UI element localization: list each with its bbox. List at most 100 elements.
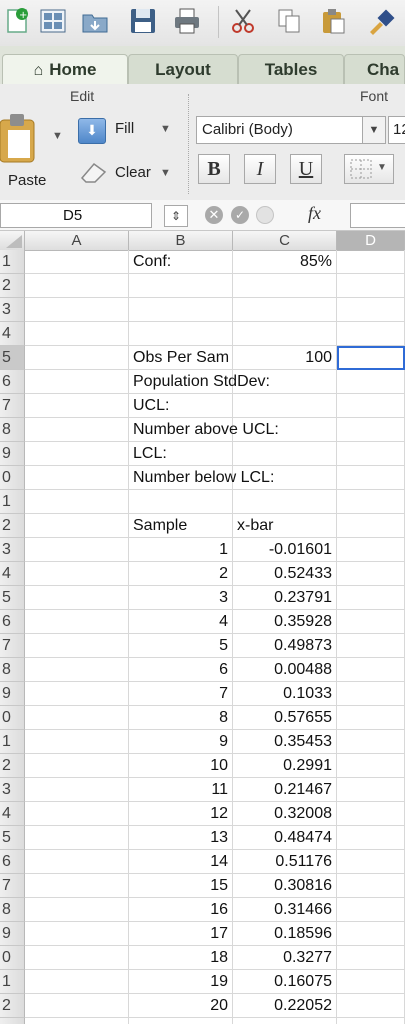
cell-d13[interactable] [337, 538, 405, 562]
cell-c3[interactable] [233, 298, 337, 322]
cancel-icon[interactable]: ✕ [205, 206, 223, 224]
cell-c18[interactable]: 0.00488 [233, 658, 337, 682]
cell-d3[interactable] [337, 298, 405, 322]
tab-home[interactable]: ⌂ Home [2, 54, 128, 85]
cell-b22[interactable]: 10 [129, 754, 233, 778]
cell-b15[interactable]: 3 [129, 586, 233, 610]
cell-d28[interactable] [337, 898, 405, 922]
cell-b28[interactable]: 16 [129, 898, 233, 922]
cell-d8[interactable] [337, 418, 405, 442]
cell-c4[interactable] [233, 322, 337, 346]
cell-b16[interactable]: 4 [129, 610, 233, 634]
cell-a16[interactable] [25, 610, 129, 634]
cell-a27[interactable] [25, 874, 129, 898]
cell-d20[interactable] [337, 706, 405, 730]
cell-a22[interactable] [25, 754, 129, 778]
cell-c29[interactable]: 0.18596 [233, 922, 337, 946]
cell-a6[interactable] [25, 370, 129, 394]
row-header-9[interactable]: 9 [0, 442, 25, 466]
cell-a13[interactable] [25, 538, 129, 562]
cell-d27[interactable] [337, 874, 405, 898]
open-icon[interactable] [80, 6, 110, 36]
cell-c21[interactable]: 0.35453 [233, 730, 337, 754]
print-icon[interactable] [172, 6, 202, 36]
cell-a20[interactable] [25, 706, 129, 730]
underline-button[interactable]: U [290, 154, 322, 184]
cell-c24[interactable]: 0.32008 [233, 802, 337, 826]
cell-b8[interactable]: Number above UCL: [129, 418, 279, 442]
row-header-28[interactable]: 8 [0, 898, 25, 922]
cell-b20[interactable]: 8 [129, 706, 233, 730]
cell-b14[interactable]: 2 [129, 562, 233, 586]
column-header-a[interactable]: A [25, 231, 129, 250]
enter-icon[interactable]: ✓ [231, 206, 249, 224]
cell-a32[interactable] [25, 994, 129, 1018]
cell-a10[interactable] [25, 466, 129, 490]
row-header-27[interactable]: 7 [0, 874, 25, 898]
cell-b1[interactable]: Conf: [129, 250, 233, 274]
cell-c26[interactable]: 0.51176 [233, 850, 337, 874]
cell-d18[interactable] [337, 658, 405, 682]
cell-c11[interactable] [233, 490, 337, 514]
cell-c30[interactable]: 0.3277 [233, 946, 337, 970]
cell-a19[interactable] [25, 682, 129, 706]
cell-a28[interactable] [25, 898, 129, 922]
cell-d17[interactable] [337, 634, 405, 658]
row-header-6[interactable]: 6 [0, 370, 25, 394]
copy-icon[interactable] [274, 6, 304, 36]
name-box[interactable]: D5 [0, 203, 152, 228]
cell-b13[interactable]: 1 [129, 538, 233, 562]
cell-a17[interactable] [25, 634, 129, 658]
cell-d30[interactable] [337, 946, 405, 970]
cell-c7[interactable] [233, 394, 337, 418]
cell-c12[interactable]: x-bar [233, 514, 337, 538]
cell-d19[interactable] [337, 682, 405, 706]
row-header-14[interactable]: 4 [0, 562, 25, 586]
cell-b24[interactable]: 12 [129, 802, 233, 826]
font-size-select[interactable]: 12 [388, 116, 405, 144]
cell-d2[interactable] [337, 274, 405, 298]
cell-c2[interactable] [233, 274, 337, 298]
cell-b10[interactable]: Number below LCL: [129, 466, 274, 490]
cell-c6[interactable] [233, 370, 337, 394]
cell-d31[interactable] [337, 970, 405, 994]
cut-icon[interactable] [228, 6, 258, 36]
cell-d15[interactable] [337, 586, 405, 610]
cell-c25[interactable]: 0.48474 [233, 826, 337, 850]
cell-c27[interactable]: 0.30816 [233, 874, 337, 898]
cell-d5[interactable] [337, 346, 405, 370]
cell-c14[interactable]: 0.52433 [233, 562, 337, 586]
row-header-20[interactable]: 0 [0, 706, 25, 730]
cell-a26[interactable] [25, 850, 129, 874]
cell-a1[interactable] [25, 250, 129, 274]
row-header-19[interactable]: 9 [0, 682, 25, 706]
cell-a21[interactable] [25, 730, 129, 754]
cell-c9[interactable] [233, 442, 337, 466]
cell-b4[interactable] [129, 322, 233, 346]
cell-a18[interactable] [25, 658, 129, 682]
cell-b18[interactable]: 6 [129, 658, 233, 682]
cell-b7[interactable]: UCL: [129, 394, 233, 418]
row-header-26[interactable]: 6 [0, 850, 25, 874]
templates-icon[interactable] [38, 6, 68, 36]
cell-b2[interactable] [129, 274, 233, 298]
cell-d9[interactable] [337, 442, 405, 466]
cell-b3[interactable] [129, 298, 233, 322]
cell-a9[interactable] [25, 442, 129, 466]
cell-d10[interactable] [337, 466, 405, 490]
cell-a25[interactable] [25, 826, 129, 850]
cell-a12[interactable] [25, 514, 129, 538]
formula-builder-icon[interactable] [256, 206, 274, 224]
cell-a3[interactable] [25, 298, 129, 322]
bold-button[interactable]: B [198, 154, 230, 184]
borders-button[interactable]: ▼ [344, 154, 394, 184]
cell-b29[interactable]: 17 [129, 922, 233, 946]
formula-input[interactable] [350, 203, 405, 228]
row-header-1[interactable]: 1 [0, 250, 25, 274]
cell-a14[interactable] [25, 562, 129, 586]
row-header-24[interactable]: 4 [0, 802, 25, 826]
cell-c15[interactable]: 0.23791 [233, 586, 337, 610]
font-name-select[interactable]: Calibri (Body) ▼ [196, 116, 386, 144]
cell-b25[interactable]: 13 [129, 826, 233, 850]
column-header-d[interactable]: D [337, 231, 405, 250]
